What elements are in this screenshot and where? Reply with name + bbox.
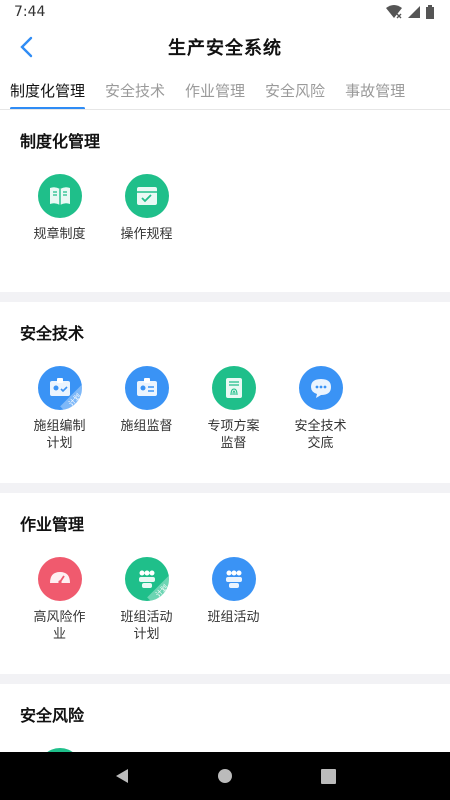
item-high-risk-work[interactable]: 高风险作业 xyxy=(16,557,103,643)
section-title: 制度化管理 xyxy=(20,132,101,151)
section-title: 作业管理 xyxy=(20,515,85,534)
status-icons xyxy=(386,5,434,19)
chat-bubble-icon xyxy=(298,366,343,410)
item-label: 班组活动计划 xyxy=(120,610,173,642)
item-label: 安全技术交底 xyxy=(294,419,347,451)
item-team-activity-plan[interactable]: 计划 班组活动计划 xyxy=(103,557,190,643)
item-grid: 规章制度 操作规程 xyxy=(20,174,430,243)
section-title: 安全风险 xyxy=(20,706,85,725)
back-button[interactable] xyxy=(14,34,38,60)
section-title: 安全技术 xyxy=(20,324,85,343)
back-triangle-icon[interactable] xyxy=(114,768,130,784)
app-bar: 生产安全系统 xyxy=(0,24,450,70)
recents-square-icon[interactable] xyxy=(321,768,337,784)
content-scroll[interactable]: 制度化管理 规章制度 操作规程 安全技术 计划 施组编制计划 施组监督 专项方案… xyxy=(0,110,450,752)
item-label: 施组监督 xyxy=(120,419,173,434)
window-check-icon xyxy=(124,174,169,218)
tab-operation-management[interactable]: 作业管理 xyxy=(175,72,255,109)
item-construction-supervision[interactable]: 施组监督 xyxy=(103,366,190,452)
tab-system-management[interactable]: 制度化管理 xyxy=(0,72,95,109)
status-time: 7:44 xyxy=(14,4,46,20)
tab-bar: 制度化管理 安全技术 作业管理 安全风险 事故管理 xyxy=(0,72,450,110)
system-nav-bar xyxy=(0,752,450,800)
item-label: 操作规程 xyxy=(120,227,173,242)
team-icon xyxy=(211,557,256,601)
tab-accident-management[interactable]: 事故管理 xyxy=(335,72,415,109)
book-icon xyxy=(37,174,82,218)
section-operation-management: 作业管理 高风险作业 计划 班组活动计划 班组活动 xyxy=(0,493,450,674)
wifi-icon xyxy=(386,5,402,19)
section-safety-risk: 安全风险 xyxy=(0,684,450,752)
status-bar: 7:44 xyxy=(0,0,450,24)
item-safety-briefing[interactable]: 安全技术交底 xyxy=(277,366,364,452)
chevron-left-icon xyxy=(20,36,33,58)
id-card-icon xyxy=(124,366,169,410)
item-regulations[interactable]: 规章制度 xyxy=(16,174,103,243)
document-fingerprint-icon xyxy=(211,366,256,410)
item-grid: 高风险作业 计划 班组活动计划 班组活动 xyxy=(20,557,430,643)
home-circle-icon[interactable] xyxy=(217,768,233,784)
tab-safety-technology[interactable]: 安全技术 xyxy=(95,72,175,109)
tab-safety-risk[interactable]: 安全风险 xyxy=(255,72,335,109)
id-card-check-icon: 计划 xyxy=(37,366,82,410)
item-label: 高风险作业 xyxy=(33,610,86,642)
gauge-icon xyxy=(37,557,82,601)
section-system-management: 制度化管理 规章制度 操作规程 xyxy=(0,110,450,292)
item-operating-procedures[interactable]: 操作规程 xyxy=(103,174,190,243)
item-label: 班组活动 xyxy=(207,610,260,625)
item-construction-plan[interactable]: 计划 施组编制计划 xyxy=(16,366,103,452)
page-title: 生产安全系统 xyxy=(168,38,282,59)
section-safety-technology: 安全技术 计划 施组编制计划 施组监督 专项方案监督 安全技术交底 xyxy=(0,302,450,483)
battery-icon xyxy=(426,5,434,19)
item-grid: 计划 施组编制计划 施组监督 专项方案监督 安全技术交底 xyxy=(20,366,430,452)
item-label: 专项方案监督 xyxy=(207,419,260,451)
item-team-activity[interactable]: 班组活动 xyxy=(190,557,277,643)
item-label: 施组编制计划 xyxy=(33,419,86,451)
item-label: 规章制度 xyxy=(33,227,86,242)
team-icon: 计划 xyxy=(124,557,169,601)
signal-icon xyxy=(408,6,420,18)
item-special-plan-supervision[interactable]: 专项方案监督 xyxy=(190,366,277,452)
